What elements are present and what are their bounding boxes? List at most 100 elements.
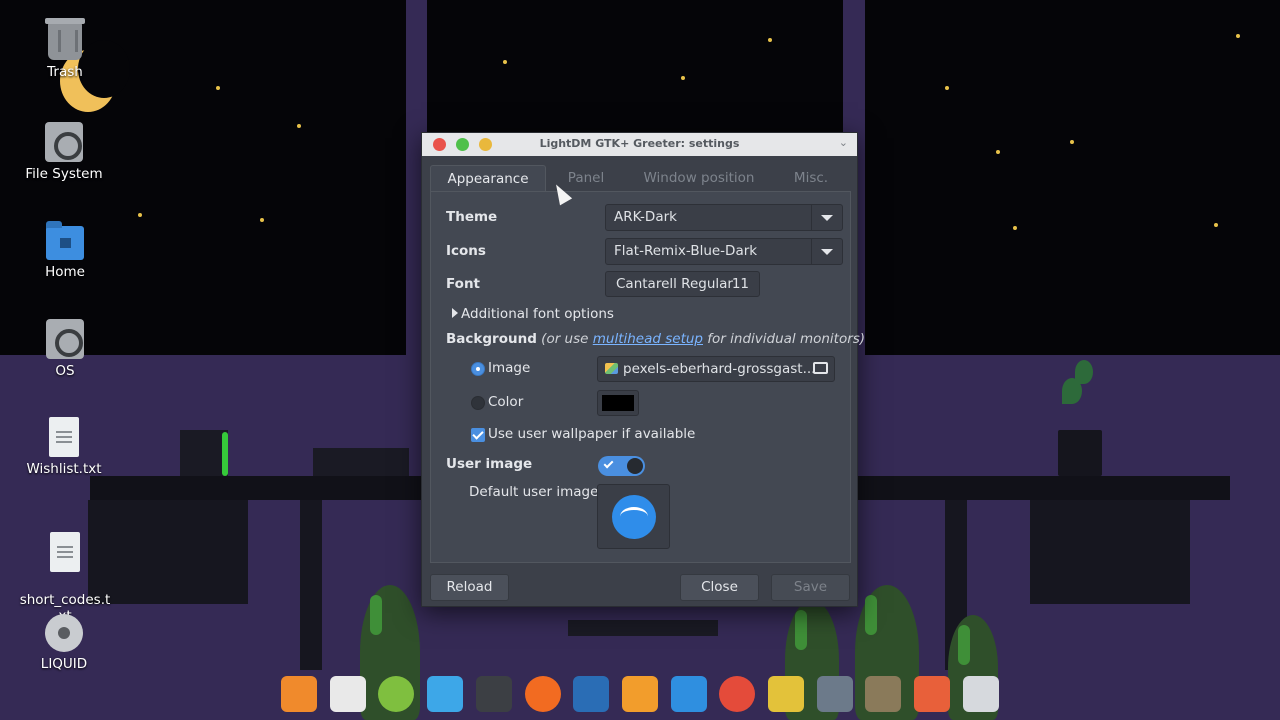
firefox-icon[interactable] — [524, 676, 561, 712]
terminal-icon[interactable] — [475, 676, 512, 712]
dialog-title: LightDM GTK+ Greeter: settings — [539, 137, 740, 150]
tab-appearance[interactable]: Appearance — [430, 165, 546, 192]
desktop-icon-label: OS — [55, 363, 75, 379]
chevron-down-icon — [821, 249, 833, 255]
image-file-icon — [605, 363, 618, 374]
settings-panel-icon[interactable] — [962, 676, 999, 712]
desktop-icon-os[interactable]: OS — [15, 319, 115, 379]
theme-combo[interactable]: ARK-Dark — [605, 204, 843, 231]
icons-value: Flat-Remix-Blue-Dark — [614, 243, 758, 259]
star — [138, 213, 142, 217]
timeshift-icon[interactable] — [573, 676, 610, 712]
star — [996, 150, 1000, 154]
drive-icon — [45, 122, 83, 162]
star — [768, 38, 772, 42]
combo-separator — [811, 239, 812, 264]
color-radio[interactable] — [471, 396, 485, 410]
wallpaper-plant-leaf — [1075, 360, 1093, 384]
gimp-icon[interactable] — [865, 676, 902, 712]
use-user-wallpaper-checkbox[interactable] — [471, 428, 485, 442]
star — [297, 124, 301, 128]
desktop-icon-liquid[interactable]: LIQUID — [14, 614, 114, 672]
combo-separator — [811, 205, 812, 230]
settings-dialog: LightDM GTK+ Greeter: settings ⌄ Appeara… — [421, 132, 865, 607]
theme-label: Theme — [446, 209, 498, 225]
desktop-icon-label: Wishlist.txt — [26, 461, 102, 477]
desktop-icon-file-system[interactable]: File System — [14, 122, 114, 182]
save-button[interactable]: Save — [771, 574, 850, 601]
reload-button[interactable]: Reload — [430, 574, 509, 601]
text-file-icon — [49, 417, 79, 457]
drive-icon — [46, 319, 84, 359]
wallpaper-desk-leg — [300, 500, 322, 670]
tab-bar: Appearance Panel Window position Misc. — [430, 165, 851, 192]
wallpaper-glow — [222, 432, 228, 476]
background-hint-prefix: (or use — [541, 331, 593, 347]
background-label: Background — [446, 331, 537, 347]
color-radio-label[interactable]: Color — [488, 394, 523, 410]
star — [1013, 226, 1017, 230]
coffee-app-icon[interactable] — [281, 676, 317, 712]
text-file-icon — [50, 532, 80, 572]
desktop-icon-label: Home — [45, 264, 85, 280]
tab-window-position[interactable]: Window position — [634, 165, 764, 192]
star — [945, 86, 949, 90]
default-user-image-label: Default user image — [469, 484, 599, 500]
background-hint-suffix: for individual monitors) — [703, 331, 866, 347]
star — [1214, 223, 1218, 227]
color-swatch — [602, 395, 634, 411]
icons-label: Icons — [446, 243, 486, 259]
image-file-name: pexels-eberhard-grossgast... — [623, 361, 816, 377]
user-image-toggle[interactable] — [598, 456, 645, 476]
default-user-image-button[interactable] — [597, 484, 670, 549]
image-radio-label[interactable]: Image — [488, 360, 530, 376]
dock — [275, 668, 1005, 720]
wallpaper-drawer-right — [1030, 500, 1190, 604]
green-orb-icon[interactable] — [378, 676, 415, 712]
mark-down-icon[interactable] — [816, 676, 853, 712]
icons-combo[interactable]: Flat-Remix-Blue-Dark — [605, 238, 843, 265]
chevron-down-icon[interactable]: ⌄ — [839, 136, 848, 149]
background-color-button[interactable] — [597, 390, 639, 416]
close-button[interactable]: Close — [680, 574, 759, 601]
chrome-icon[interactable] — [719, 676, 756, 712]
appearance-panel: Theme ARK-Dark Icons Flat-Remix-Blue-Dar… — [430, 191, 865, 563]
desktop-icon-wishlist[interactable]: Wishlist.txt — [14, 417, 114, 477]
expander-arrow-icon[interactable] — [452, 308, 458, 318]
audio-recorder-icon[interactable] — [914, 676, 951, 712]
user-image-label: User image — [446, 456, 533, 472]
image-radio[interactable] — [471, 362, 485, 376]
wallpaper-stool — [568, 620, 718, 636]
star — [681, 76, 685, 80]
wallpaper-plant-pot — [1058, 430, 1102, 476]
use-user-wallpaper-label[interactable]: Use user wallpaper if available — [488, 426, 695, 442]
multihead-setup-link[interactable]: multihead setup — [593, 331, 703, 347]
window-icon[interactable] — [427, 676, 464, 712]
star — [1236, 34, 1240, 38]
toggle-knob — [627, 458, 643, 474]
disc-icon — [45, 614, 83, 652]
file-manager-icon[interactable] — [329, 676, 366, 712]
desktop-icon-home[interactable]: Home — [15, 220, 115, 280]
theme-value: ARK-Dark — [614, 209, 677, 225]
bleachbit-icon[interactable] — [768, 676, 804, 712]
wallpaper-books — [313, 448, 409, 476]
additional-font-options[interactable]: Additional font options — [461, 306, 614, 322]
background-image-chooser[interactable]: pexels-eberhard-grossgast... — [597, 356, 835, 382]
background-heading: Background (or use multihead setup for i… — [446, 331, 865, 347]
desktop-icon-label: LIQUID — [40, 656, 88, 672]
checkmark-icon — [603, 458, 614, 469]
tab-misc[interactable]: Misc. — [778, 165, 844, 192]
home-folder-icon — [46, 221, 84, 260]
font-chooser-button[interactable]: Cantarell Regular 11 — [605, 271, 760, 297]
desktop-icon-label: Trash — [47, 64, 83, 80]
kali-dragon-icon — [612, 495, 656, 539]
font-name: Cantarell Regular — [616, 276, 733, 292]
vscode-icon[interactable] — [670, 676, 707, 712]
font-size: 11 — [731, 276, 749, 292]
chevron-down-icon — [821, 215, 833, 221]
desktop-icon-trash[interactable]: Trash — [15, 18, 115, 80]
sublime-text-icon[interactable] — [621, 676, 658, 712]
dialog-titlebar[interactable]: LightDM GTK+ Greeter: settings ⌄ — [422, 133, 857, 156]
wallpaper-window-right — [865, 0, 1280, 355]
